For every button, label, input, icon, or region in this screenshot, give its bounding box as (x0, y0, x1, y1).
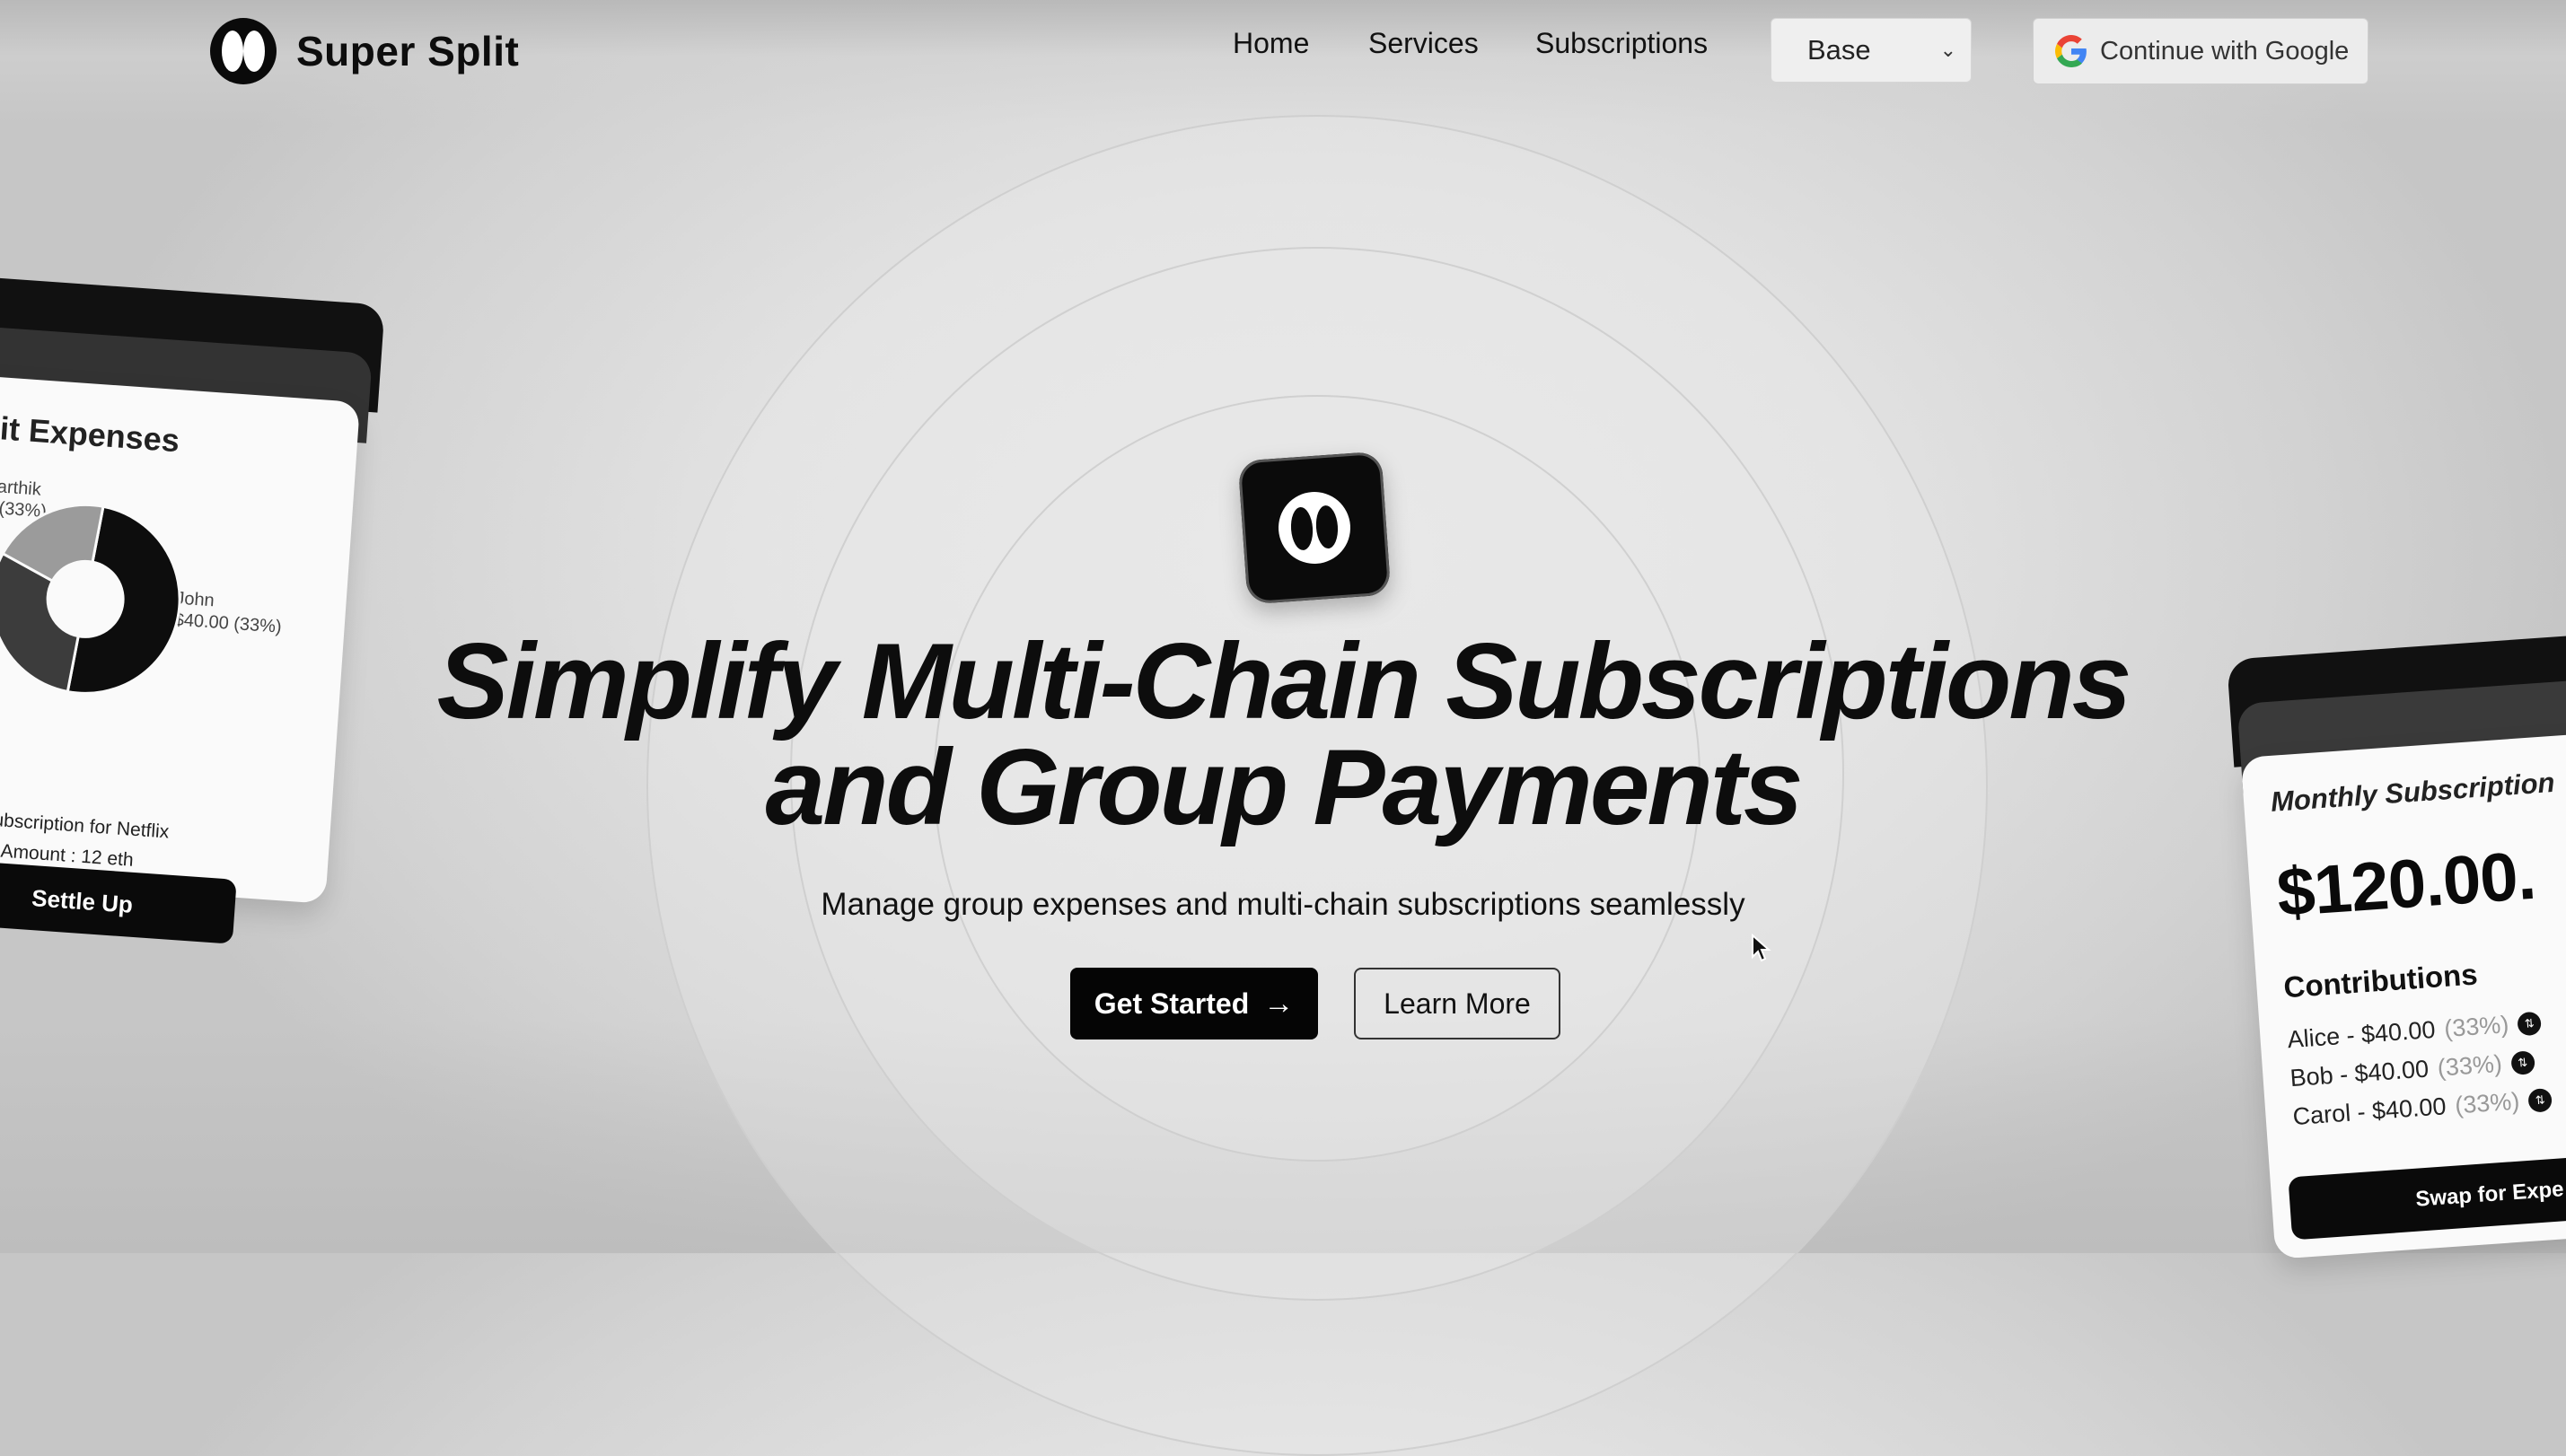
split-expenses-card-body: plit Expenses Karthik 0 (33%) cal %) Joh… (0, 372, 361, 944)
nav-home[interactable]: Home (1233, 27, 1309, 60)
network-select-value: Base (1807, 34, 1871, 66)
swap-icon[interactable]: ⇅ (2509, 1049, 2535, 1075)
subscription-title: Monthly Subscription (2269, 766, 2556, 818)
john-label: John $40.00 (33%) (173, 587, 284, 637)
brand-logo-link[interactable]: Super Split (210, 18, 519, 84)
contribution-percent: (33%) (2443, 1011, 2510, 1043)
nav-subscriptions[interactable]: Subscriptions (1535, 27, 1708, 60)
contribution-text: Alice - $40.00 (2286, 1015, 2437, 1054)
contribution-text: Carol - $40.00 (2291, 1092, 2447, 1131)
network-select[interactable]: Base ⌄ (1771, 18, 1972, 83)
arrow-right-icon: → (1263, 986, 1295, 1021)
hero-headline-line2: and Group Payments (765, 727, 1804, 847)
hero-headline-line1: Simplify Multi-Chain Subscriptions (436, 621, 2132, 741)
subscription-card-body: Monthly Subscription $120.00. Contributi… (2240, 725, 2566, 1259)
google-icon (2055, 35, 2087, 67)
learn-more-button[interactable]: Learn More (1354, 968, 1560, 1039)
split-donut-chart (0, 503, 181, 695)
get-started-button[interactable]: Get Started → (1070, 968, 1318, 1039)
logo-icon (210, 18, 277, 84)
contribution-row: Alice - $40.00 (33%) ⇅ (2287, 1009, 2543, 1055)
brand-name: Super Split (296, 28, 520, 75)
chevron-down-icon: ⌄ (1939, 39, 1956, 61)
get-started-label: Get Started (1094, 987, 1250, 1020)
contribution-text: Bob - $40.00 (2289, 1055, 2430, 1092)
contributions-heading: Contributions (2282, 957, 2479, 1004)
learn-more-label: Learn More (1384, 987, 1531, 1020)
google-signin-button[interactable]: Continue with Google (2033, 18, 2368, 84)
split-expenses-card: plit Expenses Karthik 0 (33%) cal %) Joh… (0, 274, 385, 944)
google-signin-label: Continue with Google (2100, 36, 2350, 66)
hero-subtitle: Manage group expenses and multi-chain su… (821, 887, 1745, 922)
swap-for-expense-button[interactable]: Swap for Expe (2288, 1145, 2566, 1241)
nav-services[interactable]: Services (1368, 27, 1479, 60)
swap-icon[interactable]: ⇅ (2517, 1011, 2543, 1036)
contribution-percent: (33%) (2454, 1087, 2521, 1119)
monthly-subscription-card: Monthly Subscription $120.00. Contributi… (2227, 627, 2566, 1259)
split-expenses-title: plit Expenses (0, 408, 181, 460)
swap-icon[interactable]: ⇅ (2527, 1087, 2553, 1113)
contribution-row: Carol - $40.00 (33%) ⇅ (2292, 1085, 2553, 1131)
contribution-percent: (33%) (2436, 1049, 2503, 1082)
hero-logo-icon (1237, 451, 1392, 605)
subscription-amount: $120.00. (2274, 837, 2538, 932)
contribution-row: Bob - $40.00 (33%) ⇅ (2289, 1048, 2535, 1092)
hero-headline: Simplify Multi-Chain Subscriptions and G… (385, 621, 2181, 847)
mouse-cursor-icon (1752, 934, 1771, 962)
